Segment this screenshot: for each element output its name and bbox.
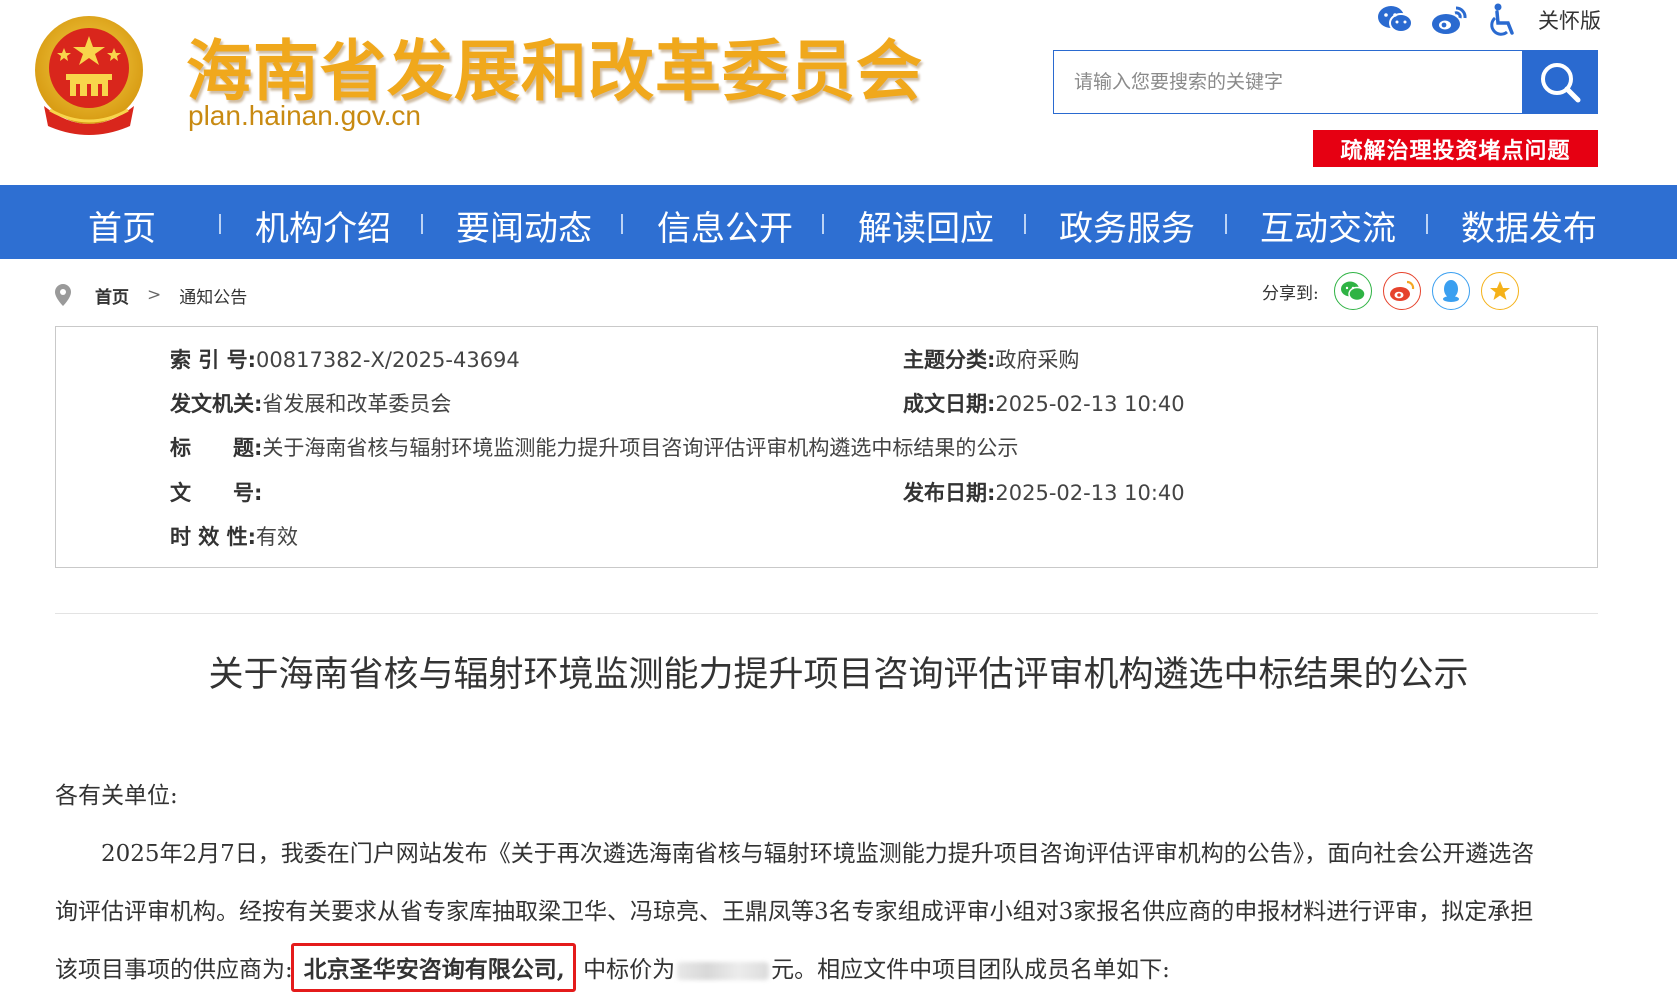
national-emblem-icon — [35, 16, 143, 135]
article-salutation: 各有关单位: — [55, 783, 178, 809]
meta-published-value: 2025-02-13 10:40 — [995, 481, 1185, 505]
wechat-icon[interactable] — [1376, 3, 1414, 37]
search-box — [1053, 50, 1598, 114]
meta-issuer-value: 省发展和改革委员会 — [262, 392, 452, 416]
nav-item-about[interactable]: 机构介绍 — [255, 201, 391, 250]
share-wechat-button[interactable] — [1333, 272, 1372, 310]
main-nav: 首页 机构介绍 要闻动态 信息公开 解读回应 政务服务 互动交流 数据发布 — [0, 185, 1677, 259]
document-metadata: 索 引 号:00817382-X/2025-43694 主题分类:政府采购 发文… — [55, 326, 1598, 568]
meta-published-label: 发布日期: — [903, 481, 996, 505]
price-suffix: 元。相应文件中项目团队成员名单如下: — [771, 957, 1170, 983]
meta-index-value: 00817382-X/2025-43694 — [256, 348, 520, 372]
article-title: 关于海南省核与辐射环境监测能力提升项目咨询评估评审机构遴选中标结果的公示 — [208, 655, 1469, 695]
meta-topic: 主题分类:政府采购 — [903, 344, 1079, 374]
search-input[interactable] — [1054, 51, 1522, 113]
site-domain: plan.hainan.gov.cn — [188, 100, 421, 131]
qq-icon — [1442, 280, 1459, 302]
nav-separator — [621, 214, 623, 234]
nav-item-services[interactable]: 政务服务 — [1059, 201, 1195, 250]
meta-title-label: 标 题: — [170, 436, 263, 460]
meta-title: 标 题:关于海南省核与辐射环境监测能力提升项目咨询评估评审机构遴选中标结果的公示 — [170, 432, 1018, 462]
wechat-icon — [1340, 281, 1366, 302]
meta-validity-label: 时 效 性: — [170, 525, 257, 549]
nav-separator — [1225, 214, 1227, 234]
nav-item-news[interactable]: 要闻动态 — [456, 201, 592, 250]
meta-validity: 时 效 性:有效 — [170, 521, 298, 551]
article-paragraph-line: 询评估评审机构。经按有关要求从省专家库抽取梁卫华、冯琼亮、王鼎凤等3名专家组成评… — [55, 899, 1534, 925]
breadcrumb-separator-icon: > — [147, 285, 162, 305]
site-header: 海南省发展和改革委员会 plan.hainan.gov.cn 关怀版 请输入您要… — [0, 0, 1677, 185]
nav-separator — [822, 214, 824, 234]
promo-banner[interactable]: 疏解治理投资堵点问题 — [1313, 130, 1598, 167]
share-favorite-button[interactable] — [1480, 272, 1519, 310]
share-qq-button[interactable] — [1431, 272, 1470, 310]
meta-title-value: 关于海南省核与辐射环境监测能力提升项目咨询评估评审机构遴选中标结果的公示 — [262, 436, 1019, 460]
search-icon — [1540, 63, 1580, 103]
nav-separator — [1024, 214, 1026, 234]
meta-created: 成文日期:2025-02-13 10:40 — [903, 388, 1185, 418]
header-tools: 关怀版 — [1376, 2, 1601, 38]
redacted-price — [677, 962, 770, 980]
winning-supplier-highlight: 北京圣华安咨询有限公司, — [290, 943, 576, 992]
weibo-icon[interactable] — [1430, 3, 1468, 37]
meta-topic-label: 主题分类: — [903, 348, 996, 372]
meta-validity-value: 有效 — [256, 525, 299, 549]
meta-issuer: 发文机关:省发展和改革委员会 — [170, 388, 451, 418]
breadcrumb-current[interactable]: 通知公告 — [179, 283, 247, 308]
meta-issuer-label: 发文机关: — [170, 392, 263, 416]
supplier-prefix: 该项目事项的供应商为: — [55, 957, 293, 983]
location-pin-icon — [55, 284, 71, 306]
care-version-link[interactable]: 关怀版 — [1538, 5, 1601, 35]
nav-item-interpretation[interactable]: 解读回应 — [858, 201, 994, 250]
search-button[interactable] — [1522, 51, 1597, 113]
meta-created-label: 成文日期: — [903, 392, 996, 416]
nav-item-data[interactable]: 数据发布 — [1461, 201, 1597, 250]
meta-index: 索 引 号:00817382-X/2025-43694 — [170, 344, 520, 374]
breadcrumb-home[interactable]: 首页 — [95, 283, 129, 308]
share-label: 分享到: — [1262, 283, 1319, 304]
meta-created-value: 2025-02-13 10:40 — [995, 392, 1185, 416]
price-prefix: 中标价为 — [583, 957, 676, 983]
share-bar: 分享到: — [1262, 272, 1519, 310]
nav-separator — [1426, 214, 1428, 234]
accessibility-icon[interactable] — [1484, 3, 1522, 37]
meta-published: 发布日期:2025-02-13 10:40 — [903, 477, 1185, 507]
nav-item-interaction[interactable]: 互动交流 — [1260, 201, 1396, 250]
content-divider — [55, 613, 1598, 614]
share-weibo-button[interactable] — [1382, 272, 1421, 310]
meta-index-label: 索 引 号: — [170, 348, 257, 372]
nav-separator — [421, 214, 423, 234]
meta-docno: 文 号: — [170, 477, 262, 507]
nav-item-home[interactable]: 首页 — [88, 201, 156, 250]
nav-separator — [219, 214, 221, 234]
star-icon — [1489, 281, 1510, 300]
nav-item-disclosure[interactable]: 信息公开 — [657, 201, 793, 250]
article-paragraph-line: 2025年2月7日，我委在门户网站发布《关于再次遴选海南省核与辐射环境监测能力提… — [101, 841, 1535, 867]
weibo-icon — [1389, 280, 1414, 301]
breadcrumb: 首页 > 通知公告 — [55, 280, 247, 310]
meta-topic-value: 政府采购 — [995, 348, 1080, 372]
meta-docno-label: 文 号: — [170, 481, 263, 505]
article-paragraph-line-3: 该项目事项的供应商为: 北京圣华安咨询有限公司, 中标价为 元。相应文件中项目团队成… — [55, 943, 1600, 992]
